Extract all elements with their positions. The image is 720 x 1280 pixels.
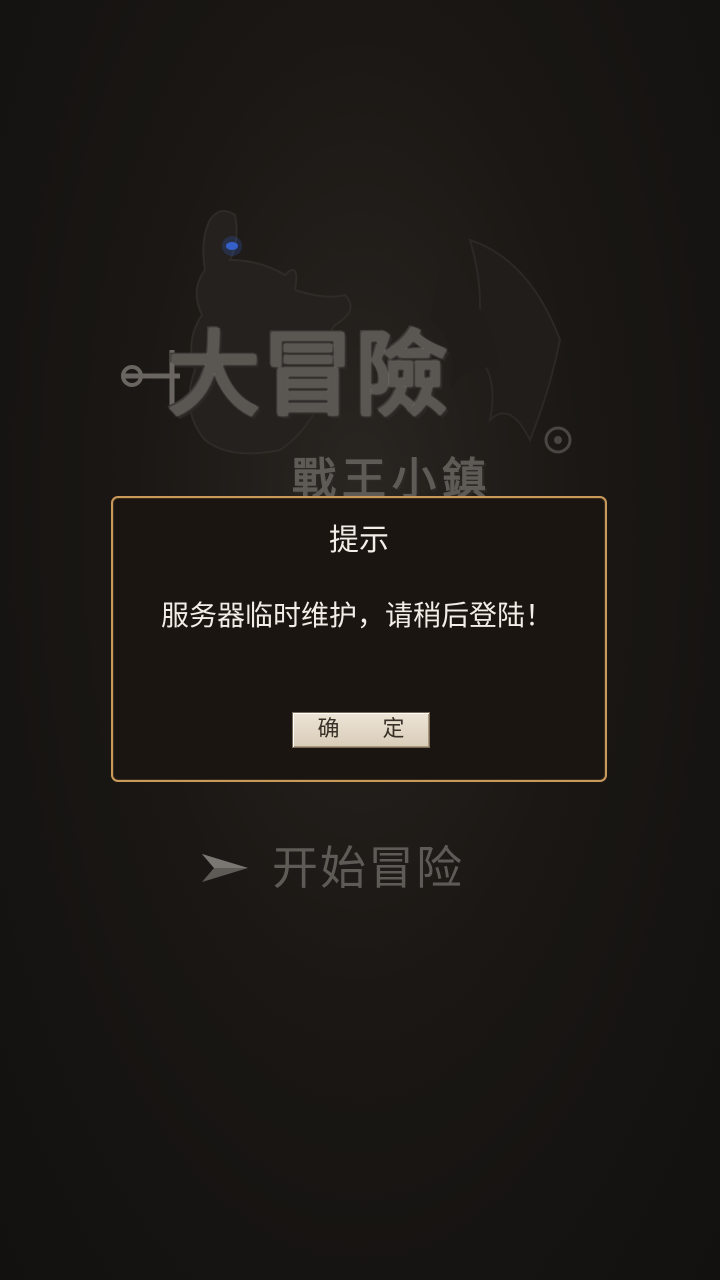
- dialog-title: 提示: [329, 523, 389, 558]
- confirm-button[interactable]: 确 定: [292, 712, 430, 748]
- start-adventure-label: 开始冒险: [272, 841, 464, 895]
- arrow-right-icon: [202, 854, 248, 882]
- notice-dialog: 提示 服务器临时维护，请稍后登陆！ 确 定: [111, 496, 607, 782]
- game-login-screen: 大冒險 戰王小鎮 提示 服务器临时维护，请稍后登陆！ 确 定 开始冒险: [0, 0, 720, 1280]
- dialog-message: 服务器临时维护，请稍后登陆！: [161, 599, 554, 632]
- start-adventure-button[interactable]: 开始冒险: [200, 838, 464, 898]
- logo-title: 大冒險: [168, 322, 451, 429]
